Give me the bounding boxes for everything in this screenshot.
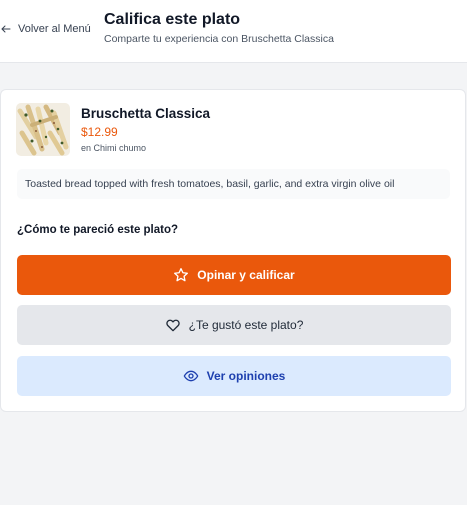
like-dish-button[interactable]: ¿Te gustó este plato? <box>17 305 451 345</box>
dish-price: $12.99 <box>81 125 118 139</box>
dish-restaurant: en Chimi chumo <box>81 143 147 153</box>
top-bar: Volver al Menú Califica este plato Compa… <box>0 0 467 63</box>
page-title: Califica este plato <box>104 11 241 28</box>
heart-icon <box>165 319 180 332</box>
back-to-menu-link[interactable]: Volver al Menú <box>0 20 91 38</box>
dish-description: Toasted bread topped with fresh tomatoes… <box>17 169 450 199</box>
arrow-left-icon <box>1 25 11 33</box>
view-reviews-label: Ver opiniones <box>206 369 286 383</box>
rating-question: ¿Cómo te pareció este plato? <box>17 224 179 236</box>
back-link-label: Volver al Menú <box>18 23 91 35</box>
star-icon <box>174 268 189 282</box>
page-subtitle: Comparte tu experiencia con Bruschetta C… <box>104 33 334 45</box>
rate-dish-button[interactable]: Opinar y calificar <box>17 255 451 295</box>
dish-name: Bruschetta Classica <box>81 106 211 121</box>
eye-icon <box>183 370 198 382</box>
rate-dish-label: Opinar y calificar <box>197 268 295 282</box>
dish-rating-card: Bruschetta Classica $12.99 en Chimi chum… <box>0 89 466 412</box>
like-dish-label: ¿Te gustó este plato? <box>188 318 304 332</box>
view-reviews-button[interactable]: Ver opiniones <box>17 356 451 396</box>
dish-thumbnail <box>16 103 70 156</box>
